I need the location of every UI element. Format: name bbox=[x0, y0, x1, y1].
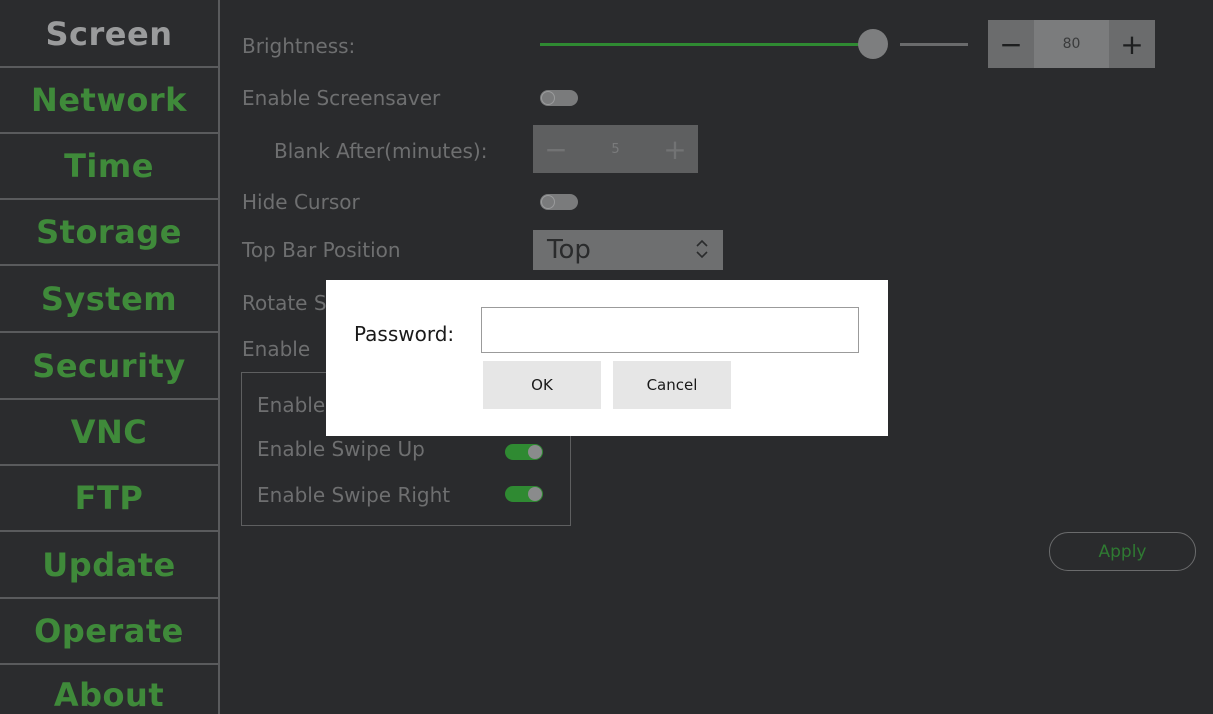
sidebar-item-storage[interactable]: Storage bbox=[0, 200, 218, 266]
brightness-value[interactable]: 80 bbox=[1034, 20, 1109, 68]
password-input[interactable] bbox=[481, 307, 859, 353]
cancel-button[interactable]: Cancel bbox=[613, 361, 731, 409]
ok-button[interactable]: OK bbox=[483, 361, 601, 409]
brightness-increment-button[interactable]: + bbox=[1109, 20, 1155, 68]
screensaver-toggle-knob bbox=[541, 91, 555, 105]
updown-chevron-icon bbox=[696, 239, 708, 259]
top-bar-position-label: Top Bar Position bbox=[242, 238, 401, 262]
hide-cursor-label: Hide Cursor bbox=[242, 190, 360, 214]
blank-after-value[interactable]: 5 bbox=[579, 125, 652, 173]
swipe-right-toggle-knob bbox=[528, 487, 542, 501]
brightness-decrement-button[interactable]: − bbox=[988, 20, 1034, 68]
sidebar-item-time[interactable]: Time bbox=[0, 134, 218, 200]
sidebar-item-vnc[interactable]: VNC bbox=[0, 400, 218, 466]
sidebar-item-update[interactable]: Update bbox=[0, 533, 218, 599]
sidebar-item-about[interactable]: About bbox=[0, 666, 218, 714]
hide-cursor-toggle-knob bbox=[541, 195, 555, 209]
sidebar-item-screen[interactable]: Screen bbox=[0, 2, 218, 68]
swipe-up-toggle[interactable] bbox=[505, 444, 543, 460]
screensaver-label: Enable Screensaver bbox=[242, 86, 441, 110]
screensaver-toggle[interactable] bbox=[540, 90, 578, 106]
swipe-right-label: Enable Swipe Right bbox=[257, 483, 451, 507]
blank-after-increment-button[interactable]: + bbox=[652, 125, 698, 173]
swipe-right-toggle[interactable] bbox=[505, 486, 543, 502]
brightness-label: Brightness: bbox=[242, 34, 356, 58]
top-bar-position-select[interactable]: Top bbox=[533, 230, 723, 270]
sidebar-item-operate[interactable]: Operate bbox=[0, 599, 218, 665]
brightness-slider-fill bbox=[540, 43, 876, 46]
sidebar: Screen Network Time Storage System Secur… bbox=[0, 0, 220, 714]
group-enable-label: Enable bbox=[257, 393, 326, 417]
brightness-slider-handle[interactable] bbox=[858, 29, 888, 59]
blank-after-label: Blank After(minutes): bbox=[274, 139, 488, 163]
swipe-up-toggle-knob bbox=[528, 445, 542, 459]
hide-cursor-toggle[interactable] bbox=[540, 194, 578, 210]
password-dialog: Password: OK Cancel bbox=[326, 280, 888, 436]
sidebar-item-system[interactable]: System bbox=[0, 267, 218, 333]
sidebar-item-security[interactable]: Security bbox=[0, 334, 218, 400]
brightness-stepper: − 80 + bbox=[988, 20, 1155, 68]
top-bar-position-value: Top bbox=[547, 235, 591, 265]
sidebar-item-ftp[interactable]: FTP bbox=[0, 466, 218, 532]
apply-button[interactable]: Apply bbox=[1049, 532, 1196, 571]
blank-after-decrement-button[interactable]: − bbox=[533, 125, 579, 173]
sidebar-item-network[interactable]: Network bbox=[0, 68, 218, 134]
rotate-screen-label: Rotate S bbox=[242, 291, 327, 315]
enable-gestures-label: Enable bbox=[242, 337, 311, 361]
password-label: Password: bbox=[354, 322, 455, 346]
swipe-up-label: Enable Swipe Up bbox=[257, 437, 425, 461]
brightness-slider-track bbox=[900, 43, 968, 46]
blank-after-stepper: − 5 + bbox=[533, 125, 698, 173]
